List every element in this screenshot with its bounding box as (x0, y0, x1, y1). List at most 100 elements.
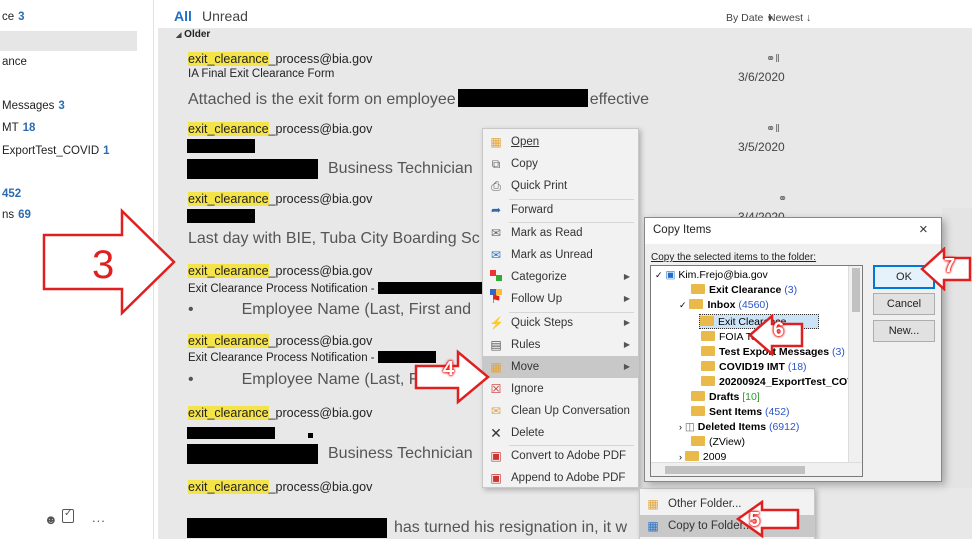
menu-item-forward[interactable]: ➦ Forward (483, 199, 638, 221)
tree-count: (18) (787, 361, 807, 373)
sender-highlight: exit_clearance (188, 52, 269, 66)
preview-text: effective (589, 91, 649, 108)
sidebar-item[interactable]: MT 18 (0, 118, 154, 138)
tree-account[interactable]: ✓ ▣ Kim.Frejo@bia.gov (655, 268, 768, 283)
message-preview: Attached is the exit form on employee eff… (188, 89, 649, 109)
chevron-right-icon: › (679, 422, 682, 432)
menu-item-label: Delete (511, 427, 545, 439)
tree-item[interactable]: › ◫ Deleted Items (6912) (679, 420, 799, 435)
tree-item[interactable]: Drafts [10] (691, 390, 760, 405)
sidebar-item[interactable]: ce 3 (0, 7, 154, 27)
redaction (308, 433, 313, 438)
sender-highlight: exit_clearance (188, 264, 269, 278)
sent-icon (691, 406, 705, 416)
copy-folder-icon: ▦ (647, 519, 659, 533)
filter-all-tab[interactable]: All (174, 8, 192, 24)
tree-count: (452) (765, 406, 790, 418)
message-subject: IA Final Exit Clearance Form (188, 68, 335, 80)
folder-icon (691, 284, 705, 294)
group-header[interactable]: ◢ Older (158, 28, 813, 42)
menu-item-append-pdf[interactable]: ▣ Append to Adobe PDF (483, 467, 638, 489)
tree-item[interactable]: Sent Items (452) (691, 405, 790, 420)
tree-hscrollbar[interactable] (651, 462, 862, 476)
people-icon[interactable]: ☻ (44, 512, 58, 527)
tree-item[interactable]: (ZView) (691, 435, 745, 450)
sidebar-item[interactable]: ExportTest_COVID 1 (0, 141, 154, 161)
sort-by-dropdown[interactable]: By Date ▼ (726, 12, 774, 24)
categorize-icon (489, 270, 503, 295)
tree-label: Sent Items (709, 406, 763, 418)
tree-item[interactable]: ✓ Inbox (4560) (679, 298, 769, 313)
more-icon[interactable]: ... (92, 510, 106, 525)
list-header (158, 0, 972, 28)
copy-icon: ⧉ (491, 157, 501, 171)
menu-item-rules[interactable]: ▤ Rules ▶ (483, 334, 638, 356)
forward-icon: ➦ (490, 203, 502, 217)
sidebar-item-selected[interactable] (0, 31, 137, 51)
menu-item-quick-print[interactable]: ⎙ Quick Print (483, 175, 638, 197)
tree-label: Exit Clearance (709, 284, 782, 296)
menu-item-clean-up[interactable]: ✉ Clean Up Conversation (483, 400, 638, 422)
tasks-icon[interactable]: ✓ (62, 508, 74, 523)
paperclip-icon: ⚭‖ (766, 123, 780, 135)
message-sender: exit_clearance_process@bia.gov (188, 334, 372, 348)
tree-item[interactable]: 20200924_ExportTest_COVID (701, 375, 863, 390)
sidebar-item-count: 1 (103, 145, 110, 157)
sidebar-item[interactable]: ance (0, 52, 154, 72)
folder-icon (701, 361, 715, 371)
menu-item-quick-steps[interactable]: ⚡ Quick Steps ▶ (483, 312, 638, 334)
menu-item-ignore[interactable]: ☒ Ignore (483, 378, 638, 400)
menu-item-categorize[interactable]: Categorize ▶ (483, 266, 638, 295)
chevron-right-icon: ▶ (623, 272, 630, 281)
sort-order-toggle[interactable]: Newest ↓ (768, 12, 811, 24)
menu-item-label: Mark as Read (511, 227, 583, 239)
scrollbar-thumb[interactable] (852, 268, 860, 312)
new-folder-button[interactable]: New... (873, 320, 935, 342)
tree-item[interactable]: Exit Clearance (3) (691, 283, 797, 298)
tree-label: Deleted Items (697, 421, 767, 433)
scrollbar-thumb[interactable] (665, 466, 805, 474)
tree-label: 20200924_ExportTest_COVID (719, 376, 863, 388)
menu-item-move[interactable]: ▦ Move ▶ (483, 356, 638, 378)
menu-item-copy[interactable]: ⧉ Copy (483, 153, 638, 175)
tree-count: [10] (742, 391, 760, 403)
sender-highlight: exit_clearance (188, 480, 269, 494)
sidebar-item[interactable]: Messages 3 (0, 96, 154, 116)
message-subject: Exit Clearance Process Notification - (188, 282, 496, 295)
close-icon[interactable]: × (919, 221, 928, 238)
message-sender: exit_clearance_process@bia.gov (188, 406, 372, 420)
folder-tree[interactable]: ✓ ▣ Kim.Frejo@bia.gov Exit Clearance (3)… (650, 265, 863, 477)
menu-item-label: Quick Print (511, 180, 568, 192)
menu-item-follow-up[interactable]: ⚑ Follow Up ▶ (483, 288, 638, 310)
menu-item-open[interactable]: ▦ Open (483, 131, 638, 153)
list-item[interactable]: exit_clearance_process@bia.gov IA Final … (158, 44, 813, 114)
menu-item-label: Clean Up Conversation (511, 405, 630, 417)
cleanup-icon: ✉ (490, 404, 502, 418)
menu-item-convert-pdf[interactable]: ▣ Convert to Adobe PDF (483, 445, 638, 467)
filter-unread-tab[interactable]: Unread (202, 8, 248, 24)
folder-icon (701, 331, 715, 341)
sidebar-item-label: ance (2, 56, 27, 68)
step-5-arrow-annotation (736, 500, 800, 539)
envelope-open-icon: ⚭ (778, 193, 788, 205)
dialog-prompt: Copy the selected items to the folder: (651, 252, 817, 263)
menu-item-label: Open (511, 136, 540, 148)
step-4-number: 4 (443, 358, 455, 380)
sender-rest: _process@bia.gov (268, 334, 373, 348)
menu-item-label: Ignore (511, 383, 544, 395)
menu-item-delete[interactable]: ✕ Delete (483, 422, 638, 444)
sidebar-item-label: MT (2, 122, 19, 134)
menu-item-mark-read[interactable]: ✉ Mark as Read (483, 222, 638, 244)
tree-count: (6912) (768, 421, 800, 433)
tree-vscrollbar[interactable] (848, 266, 862, 462)
bullet: • (188, 301, 194, 318)
tree-item[interactable]: COVID19 IMT (18) (701, 360, 807, 375)
group-header-label: Older (184, 29, 211, 40)
folder-icon (691, 436, 705, 446)
menu-item-label: Follow Up (511, 293, 563, 305)
cancel-button[interactable]: Cancel (873, 293, 935, 315)
step-6-number: 6 (773, 319, 785, 341)
sidebar-item[interactable]: 452 (0, 184, 154, 204)
menu-item-mark-unread[interactable]: ✉ Mark as Unread (483, 244, 638, 266)
tree-label: Drafts (709, 391, 740, 403)
